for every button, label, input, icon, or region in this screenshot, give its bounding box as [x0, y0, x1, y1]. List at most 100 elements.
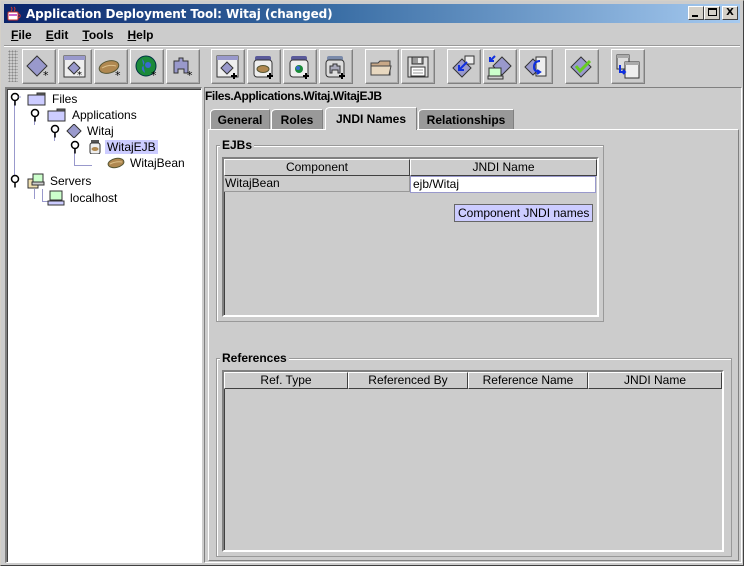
new-connector-button[interactable]: *	[166, 49, 200, 84]
column-header-jndi-name[interactable]: JNDI Name	[410, 159, 597, 176]
close-button[interactable]: X	[722, 6, 738, 20]
tree-view[interactable]: Files Applications Witaj WitajEJB WitajB…	[5, 87, 202, 563]
tree-node-label: Files	[52, 92, 78, 106]
column-header-ref-type[interactable]: Ref. Type	[224, 372, 348, 389]
tab-label: Roles	[280, 112, 314, 127]
column-header-referenced-by[interactable]: Referenced By	[348, 372, 468, 389]
expand-handle-icon[interactable]	[49, 124, 61, 138]
maximize-button[interactable]	[704, 6, 720, 20]
window-title: Application Deployment Tool: Witaj (chan…	[26, 6, 333, 21]
jndi-name-input[interactable]: ejb/Witaj	[410, 176, 596, 193]
jar-icon	[89, 140, 101, 154]
tree-node-label: Servers	[50, 174, 92, 188]
deploy-button[interactable]	[483, 49, 517, 84]
menu-help-mnemonic: H	[127, 28, 137, 42]
menu-tools[interactable]: Tools	[75, 28, 120, 42]
menu-tools-label: ools	[88, 28, 114, 42]
new-web-component-button[interactable]: *	[130, 49, 164, 84]
column-header-reference-name[interactable]: Reference Name	[468, 372, 588, 389]
add-web-component-button[interactable]	[283, 49, 317, 84]
menu-separator	[4, 45, 740, 47]
menu-bar: File Edit Tools Help	[4, 25, 161, 45]
save-button[interactable]	[401, 49, 435, 84]
tab-jndi-names[interactable]: JNDI Names	[325, 107, 417, 130]
ejbs-group-title: EJBs	[220, 138, 255, 152]
window-stack-icon	[616, 54, 640, 78]
deploy-computer-icon	[487, 54, 512, 79]
tab-general[interactable]: General	[210, 109, 270, 129]
bean-new-icon: *	[98, 59, 121, 81]
menu-help-label: elp	[136, 28, 154, 42]
tree-node-witajejb[interactable]: WitajEJB	[69, 139, 158, 155]
column-header-component[interactable]: Component	[224, 159, 410, 176]
update-and-redeploy-button[interactable]	[519, 49, 553, 84]
tree-node-witaj[interactable]: Witaj	[49, 123, 116, 139]
tab-relationships[interactable]: Relationships	[418, 109, 514, 129]
tree-line	[74, 165, 92, 166]
menu-file[interactable]: File	[4, 28, 39, 42]
tree-node-label: localhost	[70, 191, 118, 205]
references-group-title: References	[220, 351, 289, 365]
ejbs-table[interactable]: Component JNDI Name WitajBean ejb/Witaj …	[222, 157, 599, 317]
jar-globe-add-icon	[289, 55, 309, 79]
floppy-disk-icon	[407, 56, 429, 77]
toolbar-grip[interactable]	[8, 50, 18, 82]
descriptor-viewer-button[interactable]	[611, 49, 645, 84]
folder-open-icon	[370, 60, 392, 75]
folder-icon	[27, 92, 46, 106]
ejbs-group: EJBs Component JNDI Name WitajBean ejb/W…	[216, 138, 604, 322]
menu-edit-label: dit	[53, 28, 69, 42]
window-diamond-new-icon: *	[63, 55, 86, 81]
verify-button[interactable]	[565, 49, 599, 84]
jar-bean-add-icon	[253, 55, 273, 79]
svg-text:*: *	[77, 70, 82, 81]
tree-node-label-selected: WitajEJB	[105, 140, 158, 154]
diamond-update-icon	[452, 55, 475, 78]
column-header-jndi-name[interactable]: JNDI Name	[588, 372, 722, 389]
add-application-client-button[interactable]	[211, 49, 245, 84]
title-bar[interactable]: Application Deployment Tool: Witaj (chan…	[4, 4, 740, 23]
new-application-client-button[interactable]: *	[58, 49, 92, 84]
tree-node-label: WitajBean	[130, 156, 185, 170]
menu-help[interactable]: Help	[121, 28, 161, 42]
tree-node-localhost[interactable]: localhost	[47, 190, 119, 206]
expand-handle-icon[interactable]	[29, 108, 41, 122]
folder-icon	[47, 108, 66, 122]
minimize-button[interactable]	[688, 6, 704, 20]
new-enterprise-bean-button[interactable]: *	[94, 49, 128, 84]
open-button[interactable]	[365, 49, 399, 84]
bean-icon	[107, 157, 125, 169]
tree-node-label: Witaj	[87, 124, 114, 138]
jar-puzzle-add-icon	[325, 55, 345, 79]
toolbar: * * * * *	[4, 48, 740, 86]
expand-handle-icon[interactable]	[69, 140, 81, 154]
breadcrumb: Files.Applications.Witaj.WitajEJB	[205, 89, 382, 103]
new-application-button[interactable]: *	[22, 49, 56, 84]
cell-component[interactable]: WitajBean	[224, 176, 410, 192]
diamond-check-icon	[570, 55, 592, 78]
tooltip: Component JNDI names	[454, 204, 594, 222]
java-cup-icon	[6, 6, 22, 22]
menu-edit-mnemonic: E	[45, 28, 54, 42]
expand-handle-icon[interactable]	[9, 92, 21, 106]
add-enterprise-bean-button[interactable]	[247, 49, 281, 84]
expand-handle-icon[interactable]	[9, 174, 21, 188]
tree-node-label: Applications	[72, 108, 137, 122]
references-table[interactable]: Ref. Type Referenced By Reference Name J…	[222, 370, 724, 552]
tree-node-servers[interactable]: Servers	[9, 173, 93, 189]
add-connector-button[interactable]	[319, 49, 353, 84]
tab-roles[interactable]: Roles	[271, 109, 323, 129]
redeploy-icon	[524, 56, 547, 76]
tree-node-witajbean[interactable]: WitajBean	[107, 155, 187, 171]
tree-node-files[interactable]: Files	[9, 91, 79, 107]
detail-pane: Files.Applications.Witaj.WitajEJB Genera…	[204, 87, 742, 563]
svg-text:*: *	[151, 69, 157, 81]
svg-text:*: *	[187, 69, 193, 81]
diamond-icon	[66, 124, 82, 138]
tab-content: EJBs Component JNDI Name WitajBean ejb/W…	[208, 129, 739, 561]
menu-edit[interactable]: Edit	[39, 28, 76, 42]
application-window: Application Deployment Tool: Witaj (chan…	[0, 0, 744, 566]
update-application-files-button[interactable]	[447, 49, 481, 84]
svg-text:*: *	[115, 69, 121, 81]
tree-node-applications[interactable]: Applications	[29, 107, 139, 123]
